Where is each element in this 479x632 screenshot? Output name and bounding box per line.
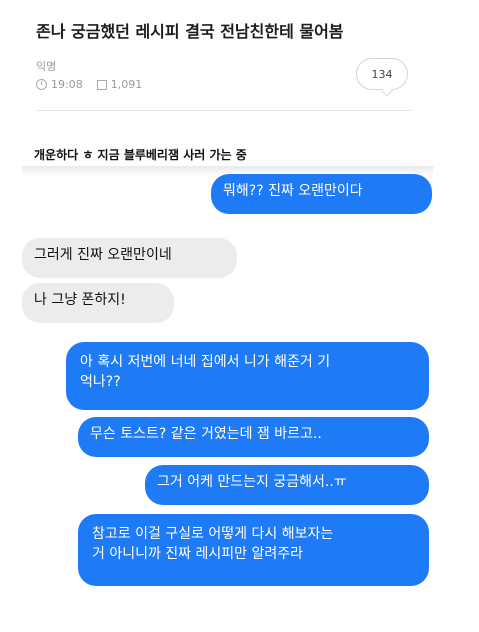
message-text: 참고로 이걸 구실로 어떻게 다시 해보자는 — [92, 526, 334, 542]
message-text: 그거 어케 만드는지 궁금해서..ㅠ — [157, 474, 347, 490]
message-text: 뭐해?? 진짜 오랜만이다 — [223, 183, 363, 199]
view-count: 1,091 — [110, 78, 143, 91]
message-bubble-sent: 참고로 이걸 구실로 어떻게 다시 해보자는 거 아니니까 진짜 레시피만 알려… — [78, 514, 429, 586]
post-time: 19:08 — [51, 78, 83, 91]
message-text: 억나?? — [80, 374, 121, 390]
post-title: 존나 궁금했던 레시피 결국 전남친한테 물어봄 — [36, 22, 344, 41]
view-count-icon — [96, 79, 107, 90]
chat-header: 개운하다 ㅎ 지금 블루베리잼 사러 가는 중 — [34, 148, 247, 162]
message-bubble-sent: 무슨 토스트? 같은 거였는데 잼 바르고.. — [78, 417, 429, 457]
post-meta: 19:08 1,091 — [36, 78, 142, 91]
message-text: 나 그냥 폰하지! — [34, 292, 126, 308]
message-bubble-sent: 아 혹시 저번에 너네 집에서 니가 해준거 기 억나?? — [66, 342, 429, 410]
clock-icon — [36, 79, 47, 90]
message-text: 거 아니니까 진짜 레시피만 알려주라 — [92, 546, 303, 562]
comment-count-button[interactable]: 134 — [356, 58, 408, 90]
author-label: 익명 — [36, 60, 57, 73]
message-bubble-sent: 그거 어케 만드는지 궁금해서..ㅠ — [145, 465, 429, 505]
message-bubble-received: 그러게 진짜 오랜만이네 — [22, 238, 237, 278]
message-bubble-sent: 뭐해?? 진짜 오랜만이다 — [211, 174, 432, 214]
message-text: 아 혹시 저번에 너네 집에서 니가 해준거 기 — [80, 354, 331, 370]
divider — [36, 110, 411, 111]
comment-count: 134 — [371, 67, 393, 81]
message-text: 그러게 진짜 오랜만이네 — [34, 247, 172, 263]
message-text: 무슨 토스트? 같은 거였는데 잼 바르고.. — [90, 426, 322, 442]
message-bubble-received: 나 그냥 폰하지! — [22, 283, 174, 323]
